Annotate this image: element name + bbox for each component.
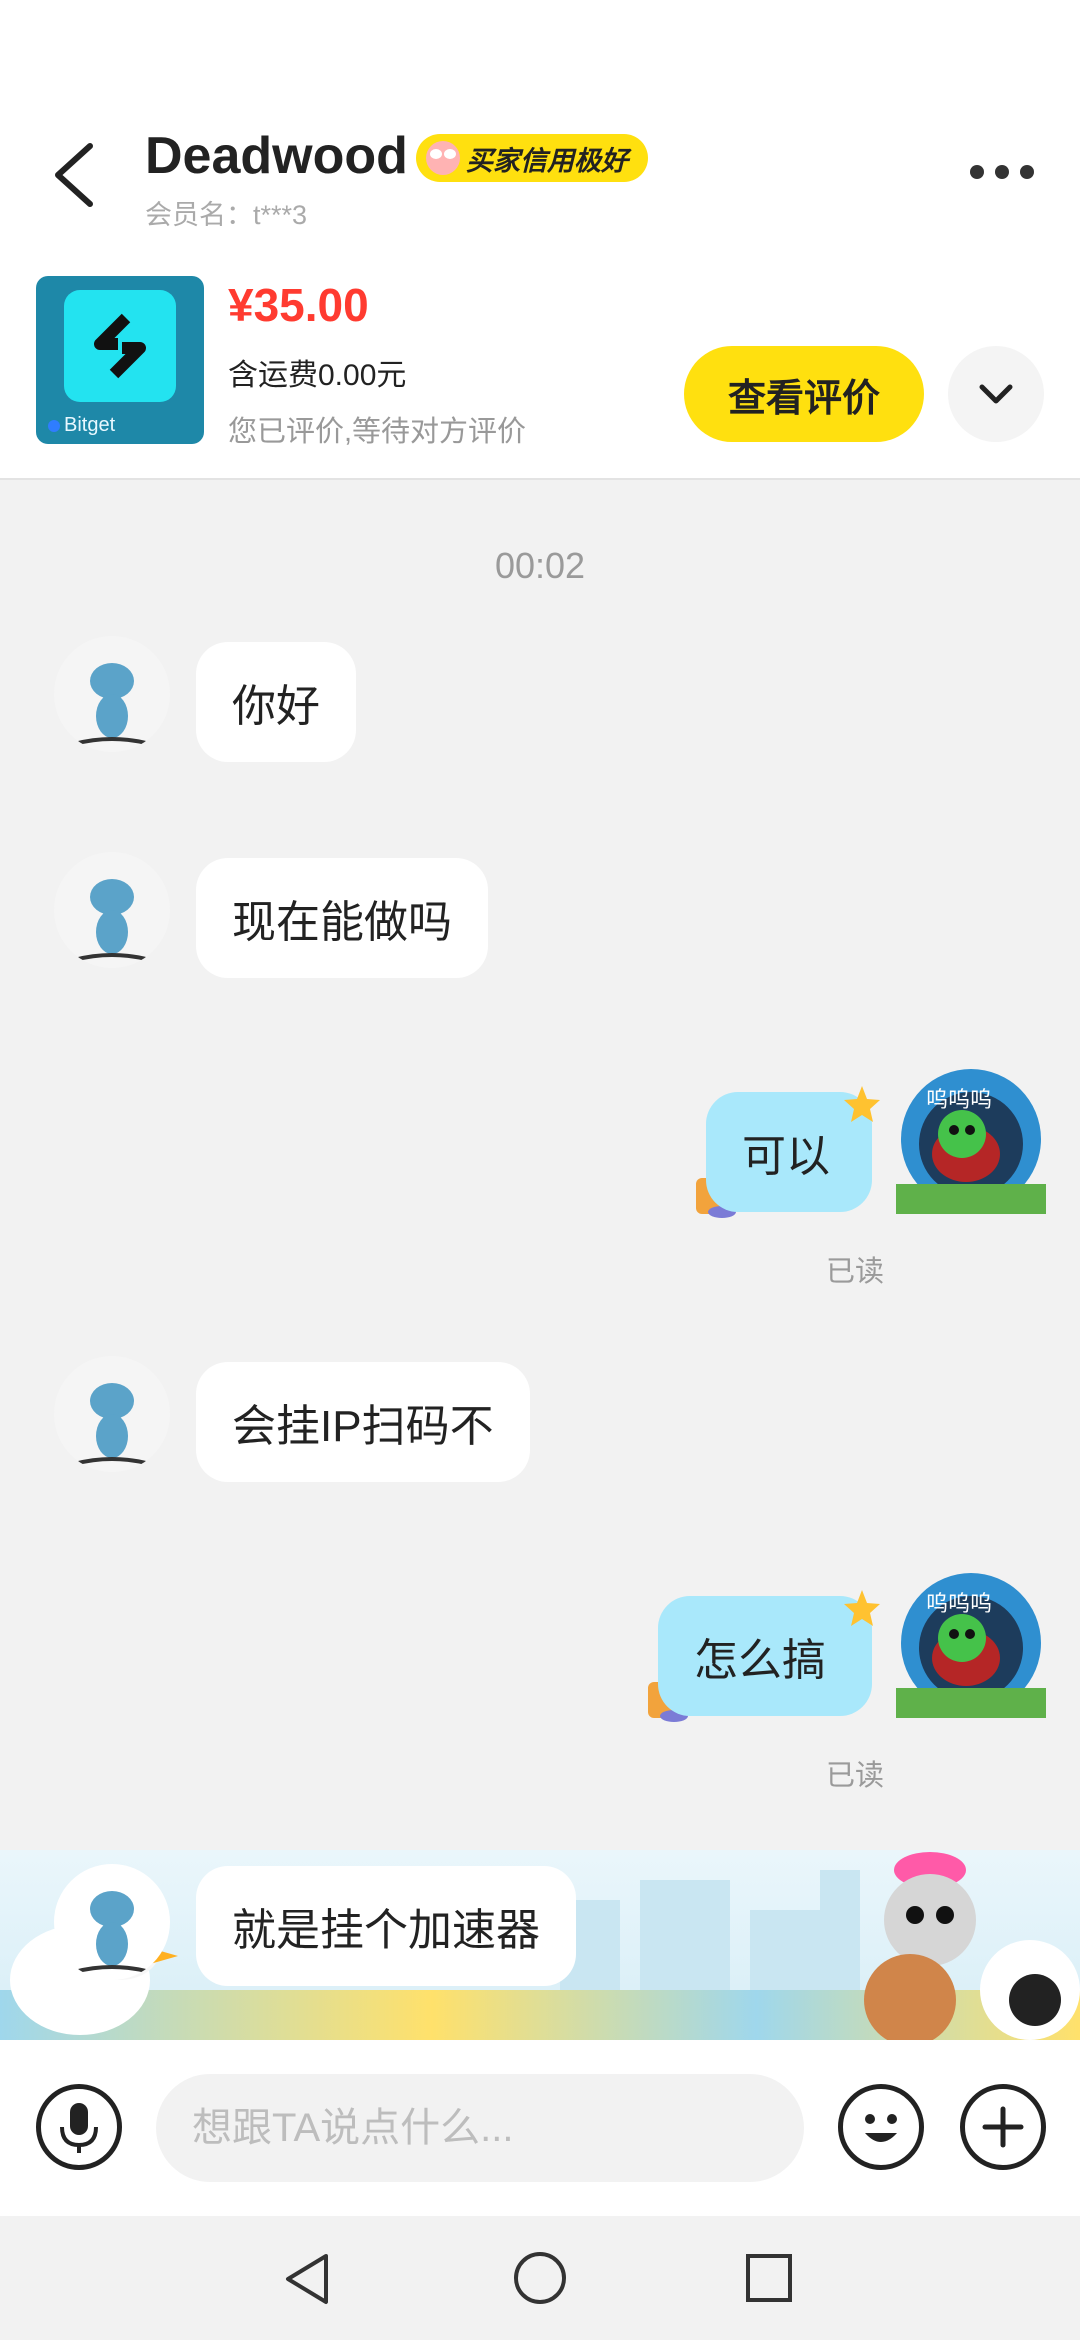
member-name: 会员名：t***3 <box>145 200 308 230</box>
contact-avatar[interactable] <box>54 636 170 752</box>
voice-button[interactable] <box>36 2084 122 2170</box>
message-bubble[interactable]: 现在能做吗 <box>196 858 488 978</box>
my-message-bubble[interactable]: 怎么搞 <box>658 1596 872 1716</box>
credit-badge-label: 买家信用极好 <box>466 145 628 176</box>
chat-header: Deadwood 买家信用极好 会员名：t***3 Bitget ¥35.00 … <box>0 0 1080 480</box>
message-bubble[interactable]: 就是挂个加速器 <box>196 1866 576 1986</box>
more-actions-button[interactable] <box>960 2084 1046 2170</box>
my-avatar[interactable]: 呜呜呜 <box>896 1064 1046 1214</box>
product-thumbnail[interactable]: Bitget <box>36 276 204 444</box>
shipping-fee: 含运费0.00元 <box>228 359 407 392</box>
plus-icon <box>982 2106 1024 2148</box>
view-review-button[interactable]: 查看评价 <box>684 346 924 442</box>
product-image-label: Bitget <box>64 414 116 436</box>
nav-home-icon[interactable] <box>512 2250 568 2306</box>
my-avatar-text: 呜呜呜 <box>926 1087 993 1112</box>
credit-badge[interactable]: 买家信用极好 <box>416 134 648 182</box>
read-status: 已读 <box>826 1256 885 1288</box>
my-avatar[interactable]: 呜呜呜 <box>896 1568 1046 1718</box>
microphone-icon <box>60 2103 98 2153</box>
dog-avatar-icon <box>73 879 151 962</box>
chat-timestamp: 00:02 <box>494 545 586 586</box>
message-input[interactable] <box>156 2074 804 2182</box>
system-nav-bar <box>0 2216 1080 2340</box>
contact-name[interactable]: Deadwood <box>145 126 408 186</box>
cool-face-icon <box>426 141 460 175</box>
contact-avatar[interactable] <box>54 1356 170 1472</box>
my-avatar-text: 呜呜呜 <box>926 1591 993 1616</box>
dog-avatar-icon <box>73 1383 151 1466</box>
bitget-logo-icon <box>94 313 146 379</box>
more-dots-icon[interactable] <box>970 165 1034 181</box>
nav-back-icon[interactable] <box>282 2252 332 2306</box>
contact-avatar[interactable] <box>54 1864 170 1980</box>
star-sticker-icon <box>844 1590 880 1626</box>
message-input-bar <box>0 2040 1080 2216</box>
message-bubble[interactable]: 你好 <box>196 642 356 762</box>
back-arrow-icon[interactable] <box>50 140 98 210</box>
emoji-icon <box>865 2114 897 2142</box>
star-sticker-icon <box>844 1086 880 1122</box>
cartoon-pets-icon <box>864 1852 1080 2040</box>
message-bubble[interactable]: 会挂IP扫码不 <box>196 1362 530 1482</box>
status-dot <box>48 420 60 432</box>
contact-avatar[interactable] <box>54 852 170 968</box>
product-price: ¥35.00 <box>228 279 369 331</box>
emoji-button[interactable] <box>838 2084 924 2170</box>
order-status: 您已评价,等待对方评价 <box>228 416 527 448</box>
expand-button[interactable] <box>948 346 1044 442</box>
bitget-logo-tile <box>64 290 176 402</box>
dog-avatar-icon <box>73 663 151 746</box>
read-status: 已读 <box>826 1760 885 1792</box>
dog-avatar-icon <box>73 1891 151 1974</box>
chevron-down-icon <box>979 384 1013 404</box>
nav-recents-icon[interactable] <box>744 2252 794 2304</box>
